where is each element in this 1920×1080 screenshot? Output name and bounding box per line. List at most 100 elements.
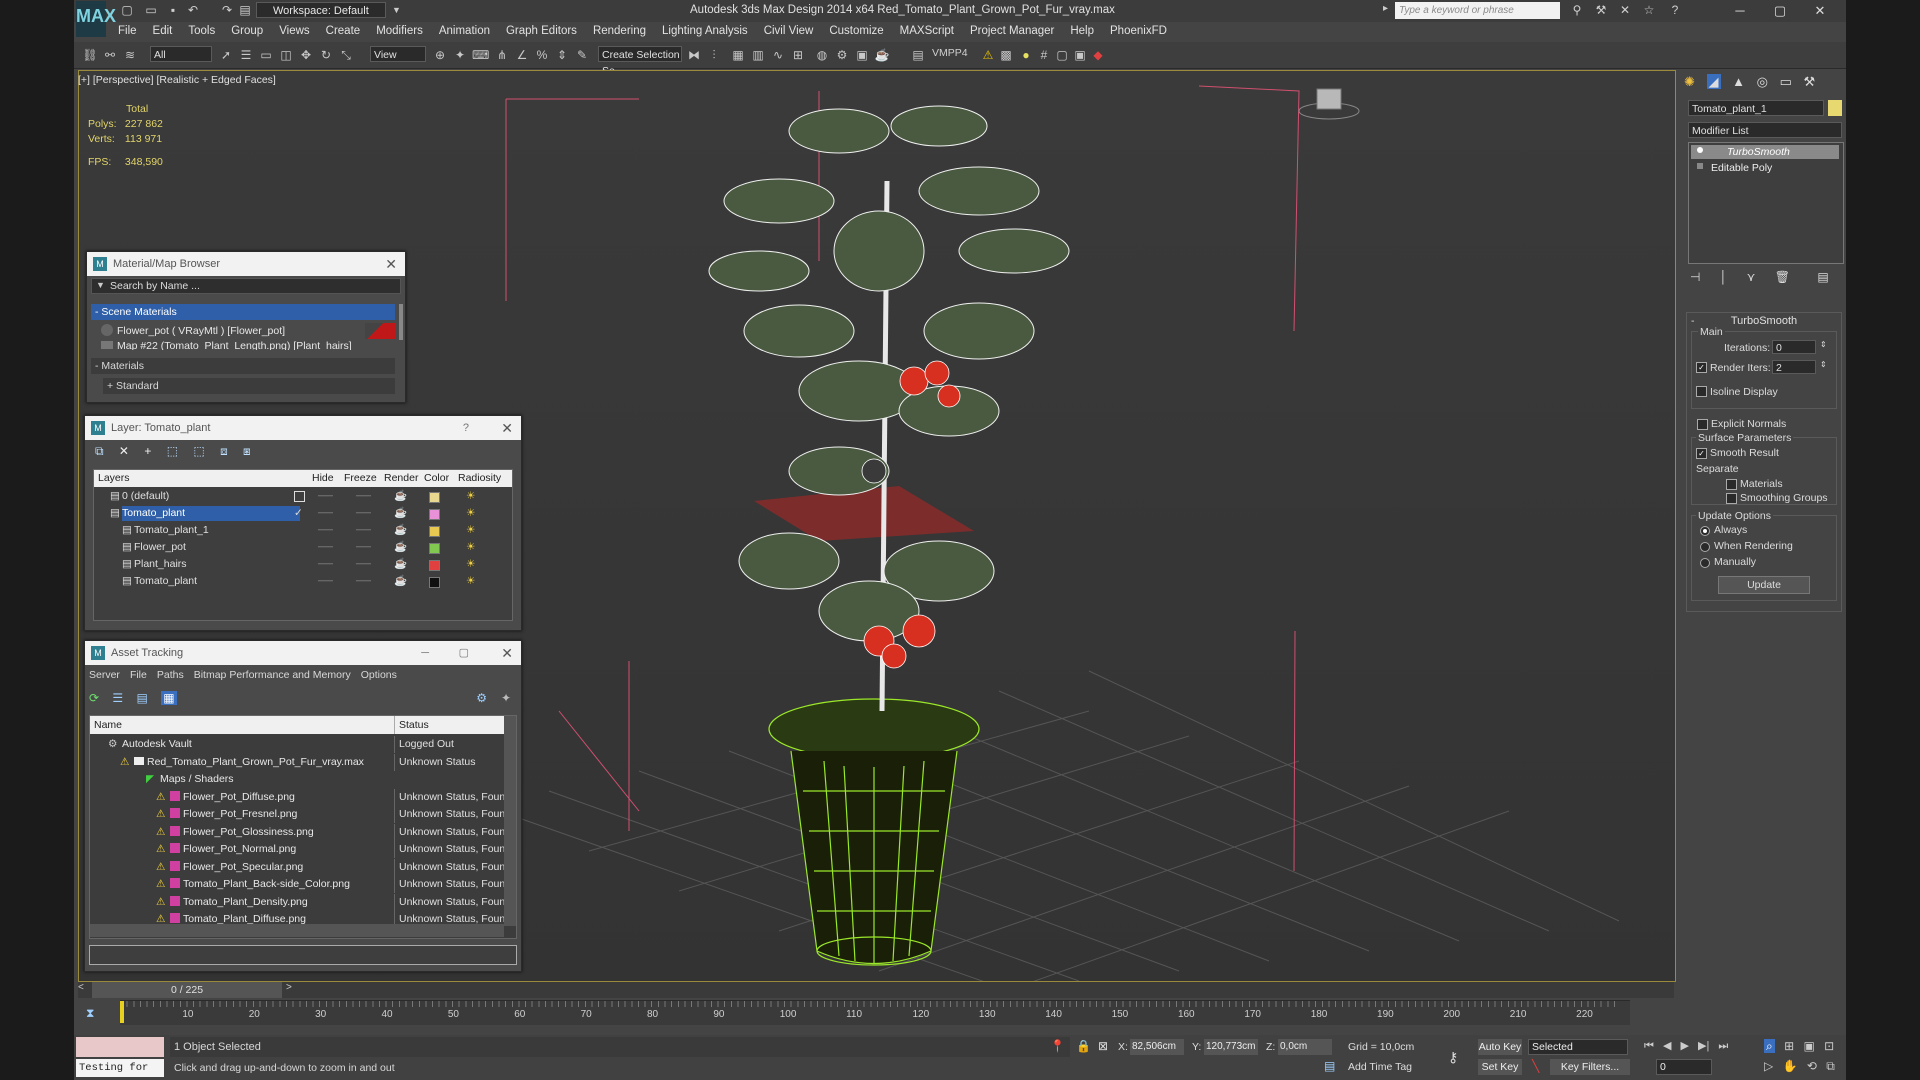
material-browser-header[interactable]: M Material/Map Browser ✕: [87, 252, 405, 276]
freeze-toggle[interactable]: ──: [356, 539, 371, 556]
select-manipulate-icon[interactable]: ✦: [452, 47, 468, 63]
vray-icon[interactable]: ▤: [910, 47, 926, 63]
modify-tab-icon[interactable]: ◢: [1706, 74, 1721, 89]
vmpp-label[interactable]: VMPP4: [932, 47, 968, 59]
radiosity-sun-icon[interactable]: ☀: [466, 522, 475, 539]
window-crossing-icon[interactable]: ◫: [278, 47, 294, 63]
key-icon[interactable]: ⚷: [1448, 1049, 1458, 1066]
layer-name[interactable]: Tomato_plant_1: [134, 523, 213, 538]
asset-path-field[interactable]: [89, 945, 517, 965]
light-bulb-icon[interactable]: [1697, 147, 1703, 153]
schematic-view-icon[interactable]: ⊞: [790, 47, 806, 63]
freeze-toggle[interactable]: ──: [356, 573, 371, 590]
bind-spacewarp-icon[interactable]: ≋: [122, 47, 138, 63]
favorites-star-icon[interactable]: ☆: [1642, 3, 1656, 17]
expand-icon[interactable]: [1697, 163, 1703, 169]
chevron-down-icon[interactable]: ▼: [96, 280, 105, 290]
scrollbar[interactable]: [399, 304, 403, 340]
tree-view-icon[interactable]: ▤: [137, 691, 148, 705]
close-icon[interactable]: ✕: [501, 641, 513, 665]
table-row[interactable]: ◤ Maps / Shaders: [90, 771, 516, 788]
layer-color-swatch[interactable]: [429, 543, 440, 554]
render-teapot-icon[interactable]: ☕: [394, 488, 407, 505]
named-selection-dropdown[interactable]: Create Selection Se: [598, 46, 682, 77]
hide-toggle[interactable]: ──: [318, 522, 333, 539]
isoline-display-checkbox[interactable]: [1696, 386, 1707, 397]
lock-selection-icon[interactable]: 🔒: [1076, 1039, 1091, 1053]
z-coordinate-field[interactable]: 0,0cm: [1278, 1039, 1332, 1055]
refresh-icon[interactable]: ⟳: [89, 691, 99, 705]
layer-name[interactable]: Plant_hairs: [134, 557, 191, 572]
smooth-result-checkbox[interactable]: ✓: [1696, 448, 1707, 459]
menu-item-phoenixfd[interactable]: PhoenixFD: [1102, 22, 1175, 40]
layer-color-swatch[interactable]: [429, 492, 440, 503]
curve-editor-icon[interactable]: ∿: [770, 47, 786, 63]
hierarchy-tab-icon[interactable]: ▲: [1732, 74, 1745, 89]
mini-curve-editor-icon[interactable]: ⧗: [86, 1006, 94, 1021]
layer-color-swatch[interactable]: [429, 577, 440, 588]
menu-item-file[interactable]: File: [110, 22, 145, 40]
explicit-normals-checkbox[interactable]: [1697, 419, 1708, 430]
table-row[interactable]: ⚠ Flower_Pot_Diffuse.png Unknown Status, F…: [90, 788, 516, 806]
materials-group[interactable]: - Materials: [91, 358, 395, 374]
make-unique-icon[interactable]: ⋎: [1747, 270, 1756, 284]
minimize-icon[interactable]: ─: [421, 641, 429, 665]
zoom-extents-all-icon[interactable]: ⊡: [1824, 1039, 1834, 1053]
layer-name[interactable]: 0 (default): [122, 489, 173, 504]
viewport-label[interactable]: [+] [Perspective] [Realistic + Edged Fac…: [78, 74, 276, 86]
light-bulb-icon[interactable]: ●: [1018, 47, 1034, 63]
freeze-toggle[interactable]: ──: [356, 556, 371, 573]
asset-menu-server[interactable]: Server: [89, 669, 120, 681]
menu-item-modifiers[interactable]: Modifiers: [368, 22, 431, 40]
col-freeze[interactable]: Freeze: [344, 470, 377, 487]
layer-row[interactable]: ▤ 0 (default) ── ── ☕ ☀: [94, 488, 512, 505]
col-hide[interactable]: Hide: [312, 470, 334, 487]
table-row[interactable]: ⚠ Flower_Pot_Fresnel.png Unknown Status, F…: [90, 806, 516, 823]
hide-toggle[interactable]: ──: [318, 505, 333, 522]
previous-frame-icon[interactable]: ◀: [1663, 1040, 1671, 1052]
material-editor-icon[interactable]: ◍: [814, 47, 830, 63]
menu-item-graph-editors[interactable]: Graph Editors: [498, 22, 585, 40]
layer-row[interactable]: ▤ Tomato_plant ✓ ── ── ☕ ☀: [94, 505, 512, 522]
spinner-snap-icon[interactable]: ⇕: [554, 47, 570, 63]
key-mode-dropdown[interactable]: Selected: [1528, 1039, 1628, 1055]
selection-region-icon[interactable]: ▭: [258, 47, 274, 63]
radiosity-sun-icon[interactable]: ☀: [466, 488, 475, 505]
layer-name[interactable]: Tomato_plant: [122, 506, 300, 521]
phoenix-icon[interactable]: ▩: [998, 47, 1014, 63]
subscription-icon[interactable]: ⚒: [1594, 3, 1608, 17]
material-search-input[interactable]: ▼ Search by Name ...: [91, 278, 401, 294]
object-color-swatch[interactable]: [1828, 100, 1842, 116]
select-by-name-icon[interactable]: ☰: [238, 47, 254, 63]
freeze-toggle[interactable]: ──: [356, 522, 371, 539]
render-iters-spinner[interactable]: 2: [1772, 360, 1816, 374]
menu-item-lighting-analysis[interactable]: Lighting Analysis: [654, 22, 756, 40]
search-input[interactable]: Type a keyword or phrase: [1395, 2, 1560, 19]
isolate-selection-icon[interactable]: 📍: [1050, 1039, 1065, 1053]
select-objects-in-layer-icon[interactable]: ⬚: [167, 444, 178, 458]
close-button[interactable]: ✕: [1806, 2, 1834, 19]
scene-materials-group[interactable]: - Scene Materials: [91, 304, 395, 320]
col-name[interactable]: Name: [94, 716, 122, 734]
remove-modifier-icon[interactable]: 🗑: [1775, 270, 1790, 284]
maximize-viewport-icon[interactable]: ⧉: [1826, 1059, 1835, 1073]
zoom-extents-icon[interactable]: ▣: [1803, 1039, 1814, 1053]
next-frame-icon[interactable]: ▶|: [1698, 1040, 1709, 1052]
layer-color-swatch[interactable]: [429, 560, 440, 571]
minimize-button[interactable]: ─: [1726, 2, 1754, 19]
close-icon[interactable]: ✕: [501, 416, 513, 440]
material-item-map22[interactable]: Map #22 (Tomato_Plant_Length.png) [Plant…: [101, 340, 395, 350]
menu-item-maxscript[interactable]: MAXScript: [892, 22, 962, 40]
radiosity-sun-icon[interactable]: ☀: [466, 539, 475, 556]
layer-row[interactable]: ▤ Tomato_plant_1 ── ── ☕ ☀: [94, 522, 512, 539]
render-production-icon[interactable]: ☕: [874, 47, 890, 63]
table-row[interactable]: ⚠ Flower_Pot_Specular.png Unknown Status, …: [90, 858, 516, 876]
new-icon[interactable]: ▢: [120, 3, 134, 17]
asset-menu-bitmap-performance-and-memory[interactable]: Bitmap Performance and Memory: [194, 669, 351, 681]
menu-item-group[interactable]: Group: [223, 22, 271, 40]
hide-all-layers-icon[interactable]: ⧈: [220, 444, 228, 458]
help-icon[interactable]: ?: [463, 416, 469, 440]
next-frame-arrow-icon[interactable]: >: [286, 982, 296, 998]
active-layer-check-icon[interactable]: ✓: [294, 505, 303, 522]
menu-item-views[interactable]: Views: [271, 22, 317, 40]
